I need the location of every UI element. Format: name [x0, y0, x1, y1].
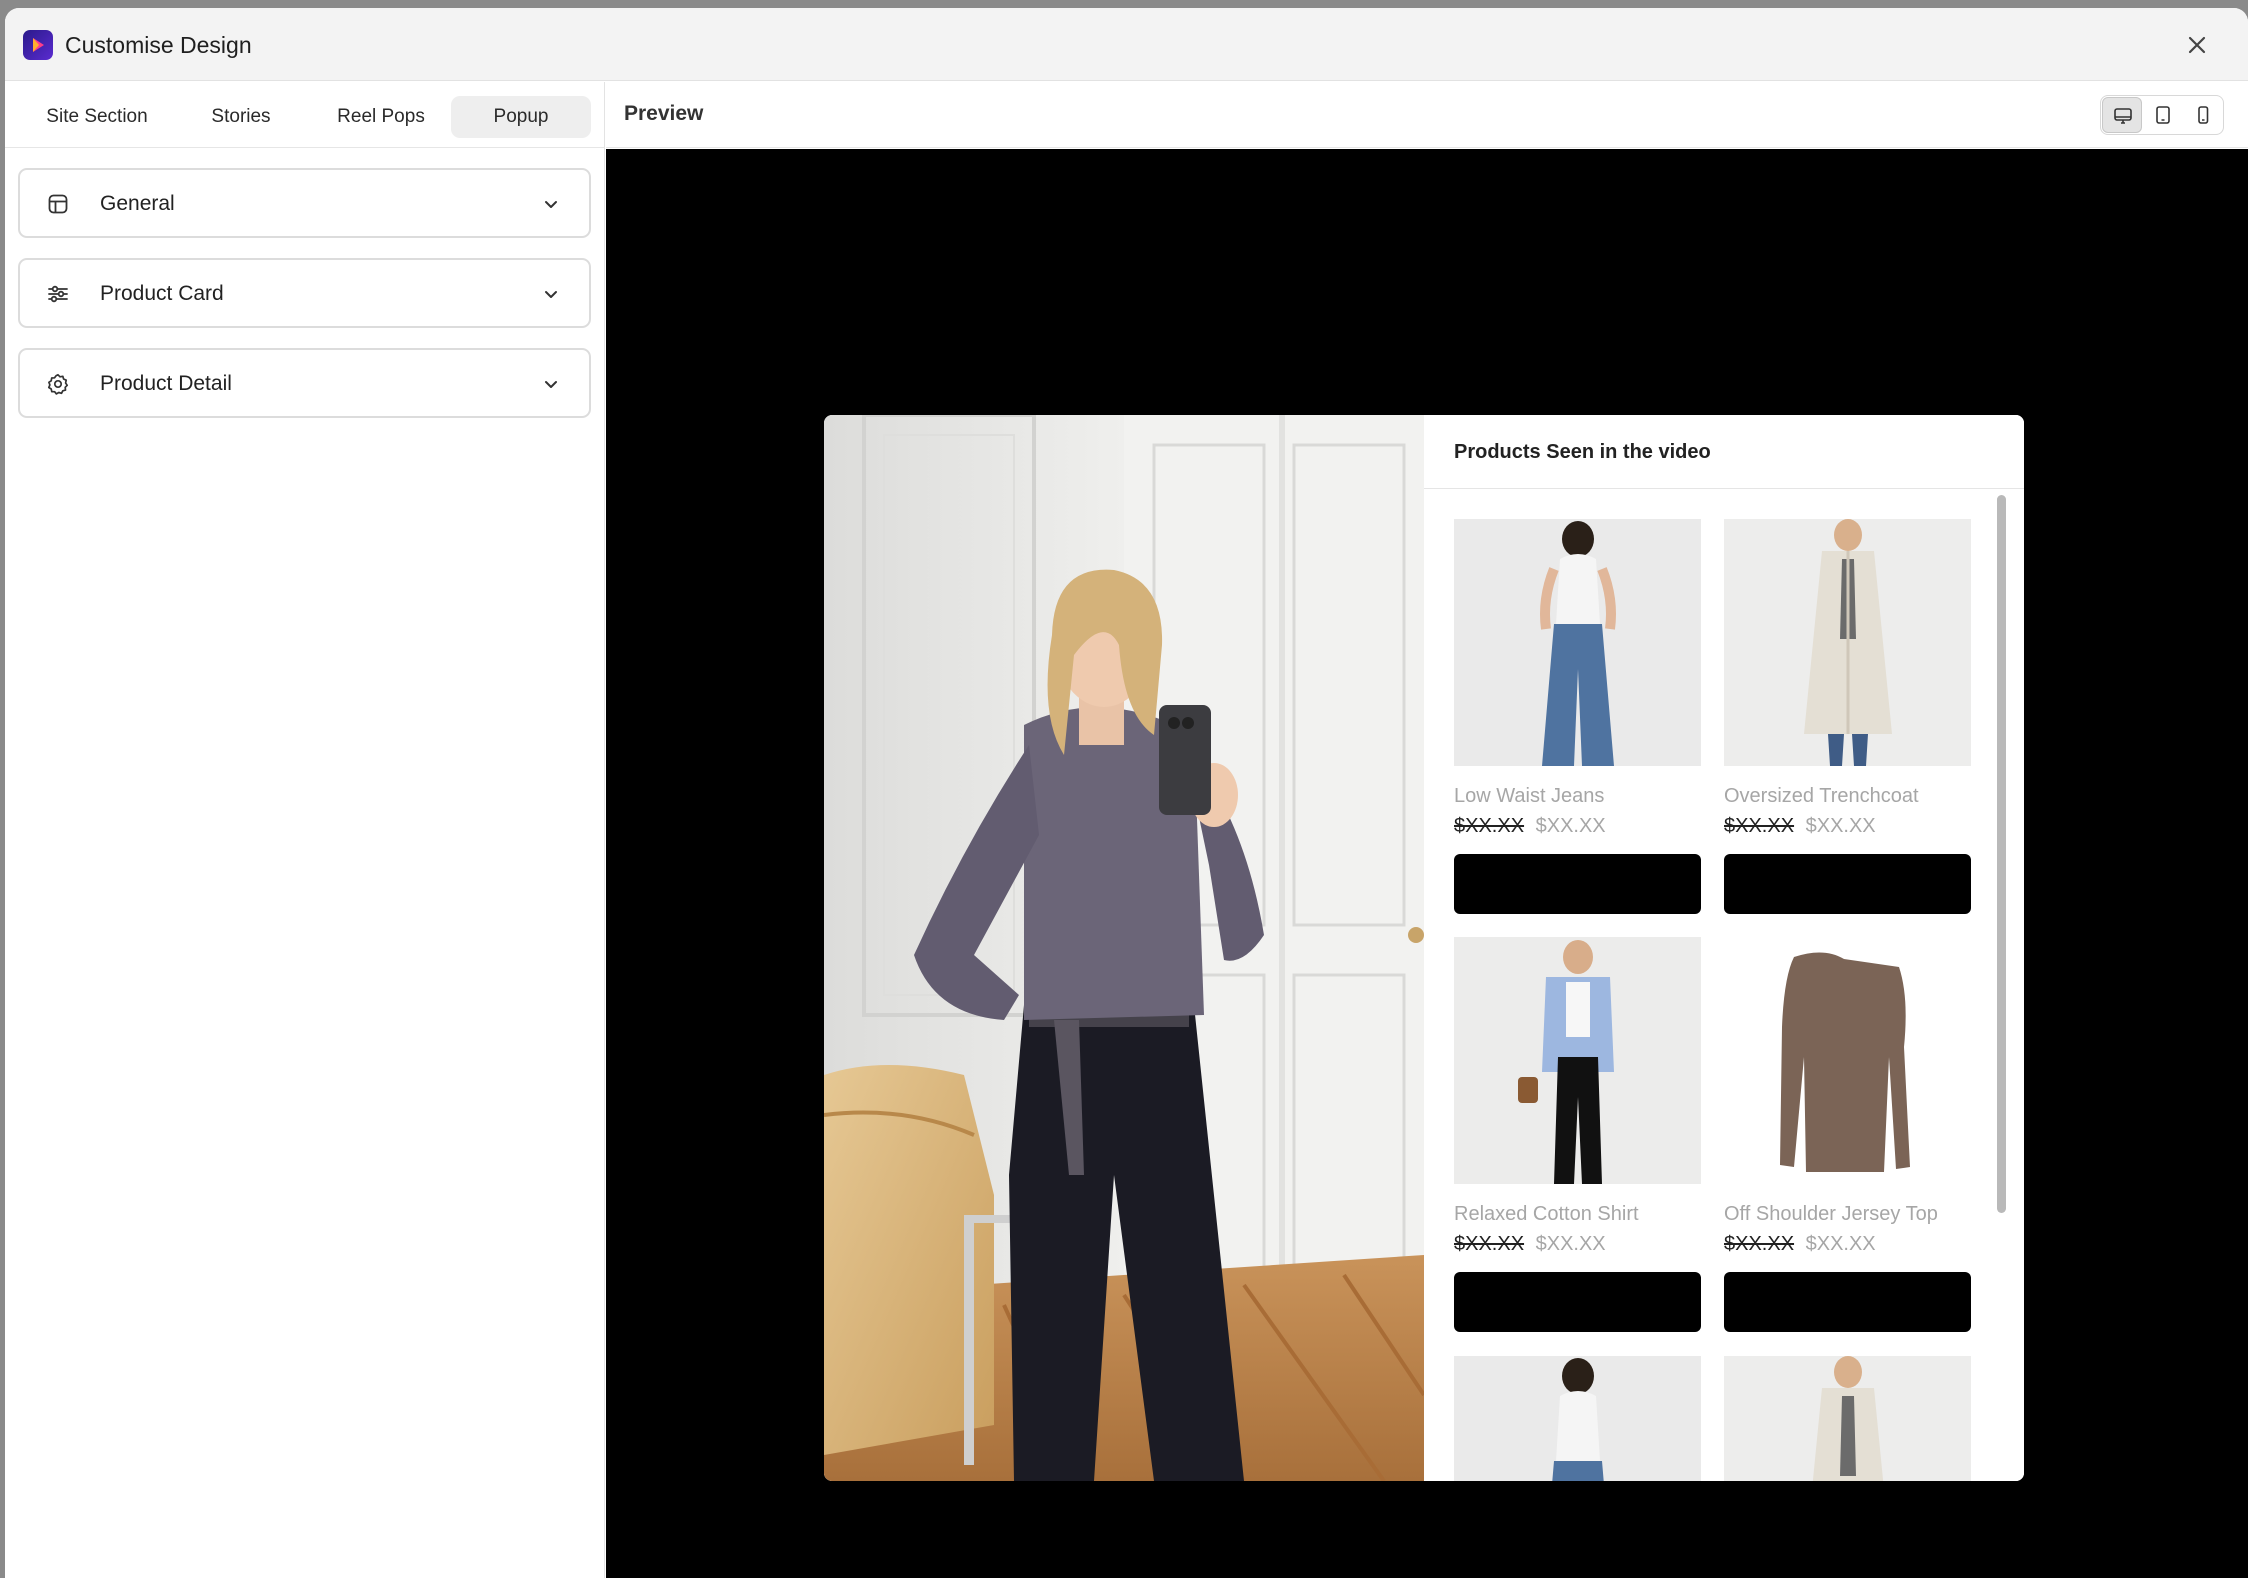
chevron-down-icon [545, 381, 557, 388]
product-price: $XX.XX $XX.XX [1724, 1231, 1876, 1257]
tab-stories[interactable]: Stories [185, 96, 297, 138]
mobile-icon [2198, 106, 2209, 124]
price-sale: $XX.XX [1535, 1233, 1606, 1255]
preview-title: Preview [624, 102, 704, 125]
sliders-icon [48, 285, 68, 303]
shirt-image [1454, 937, 1701, 1184]
jersey-image [1724, 937, 1971, 1184]
section-label: Product Card [100, 282, 224, 305]
product-price: $XX.XX $XX.XX [1454, 1231, 1606, 1257]
product-image[interactable] [1454, 937, 1701, 1184]
add-to-cart-button[interactable] [1724, 1272, 1971, 1332]
layout-icon [48, 194, 68, 214]
price-original: $XX.XX [1724, 815, 1795, 837]
preview-header: Preview [606, 82, 2248, 148]
product-name[interactable]: Relaxed Cotton Shirt [1454, 1201, 1639, 1227]
settings-tabs: Site Section Stories Reel Pops Popup [5, 82, 605, 148]
tab-site-section[interactable]: Site Section [17, 96, 177, 138]
add-to-cart-button[interactable] [1454, 1272, 1701, 1332]
product-image[interactable] [1724, 937, 1971, 1184]
product-price: $XX.XX $XX.XX [1724, 813, 1876, 839]
price-sale: $XX.XX [1535, 815, 1606, 837]
product-popup: Products Seen in the video Low Waist Jea… [824, 415, 2024, 1481]
section-product-card[interactable]: Product Card [18, 258, 591, 328]
section-label: General [100, 192, 175, 215]
video-still [824, 415, 1424, 1481]
product-name[interactable]: Off Shoulder Jersey Top [1724, 1201, 1938, 1227]
chevron-down-icon [545, 291, 557, 298]
products-panel-title: Products Seen in the video [1454, 441, 1711, 463]
video-frame[interactable] [824, 415, 1424, 1481]
section-general[interactable]: General [18, 168, 591, 238]
product-image[interactable] [1454, 519, 1701, 766]
scrollbar[interactable] [1997, 495, 2006, 1213]
desktop-icon [2114, 108, 2132, 124]
close-icon [2188, 36, 2206, 54]
window-title: Customise Design [65, 32, 252, 58]
product-image[interactable] [1724, 1356, 1971, 1481]
product-image[interactable] [1724, 519, 1971, 766]
product-price: $XX.XX $XX.XX [1454, 813, 1606, 839]
mobile-view-button[interactable] [2183, 97, 2223, 133]
trenchcoat-image [1724, 519, 1971, 766]
price-original: $XX.XX [1724, 1233, 1795, 1255]
add-to-cart-button[interactable] [1724, 854, 1971, 914]
tab-popup[interactable]: Popup [451, 96, 591, 138]
trenchcoat-image [1724, 1356, 1971, 1481]
price-original: $XX.XX [1454, 815, 1525, 837]
customise-design-window: Customise Design Site Section Stories Re… [5, 8, 2248, 1578]
jeans-image [1454, 519, 1701, 766]
product-image[interactable] [1454, 1356, 1701, 1481]
products-panel: Products Seen in the video Low Waist Jea… [1424, 415, 2024, 1481]
settings-panel: Site Section Stories Reel Pops Popup Gen… [5, 82, 605, 1578]
gear-icon [47, 373, 69, 395]
close-button[interactable] [2182, 30, 2212, 60]
price-sale: $XX.XX [1805, 1233, 1876, 1255]
app-logo-icon [23, 30, 53, 60]
preview-stage: Products Seen in the video Low Waist Jea… [606, 149, 2248, 1578]
products-panel-header: Products Seen in the video [1424, 415, 2024, 489]
section-label: Product Detail [100, 372, 232, 395]
tablet-view-button[interactable] [2143, 97, 2183, 133]
product-name[interactable]: Oversized Trenchcoat [1724, 783, 1919, 809]
tab-reel-pops[interactable]: Reel Pops [315, 96, 447, 138]
jeans-image [1454, 1356, 1701, 1481]
price-sale: $XX.XX [1805, 815, 1876, 837]
chevron-down-icon [545, 201, 557, 208]
title-bar: Customise Design [5, 8, 2248, 81]
price-original: $XX.XX [1454, 1233, 1525, 1255]
section-product-detail[interactable]: Product Detail [18, 348, 591, 418]
tablet-icon [2156, 106, 2170, 124]
add-to-cart-button[interactable] [1454, 854, 1701, 914]
product-name[interactable]: Low Waist Jeans [1454, 783, 1604, 809]
device-switcher [2100, 95, 2224, 135]
desktop-view-button[interactable] [2102, 97, 2142, 133]
